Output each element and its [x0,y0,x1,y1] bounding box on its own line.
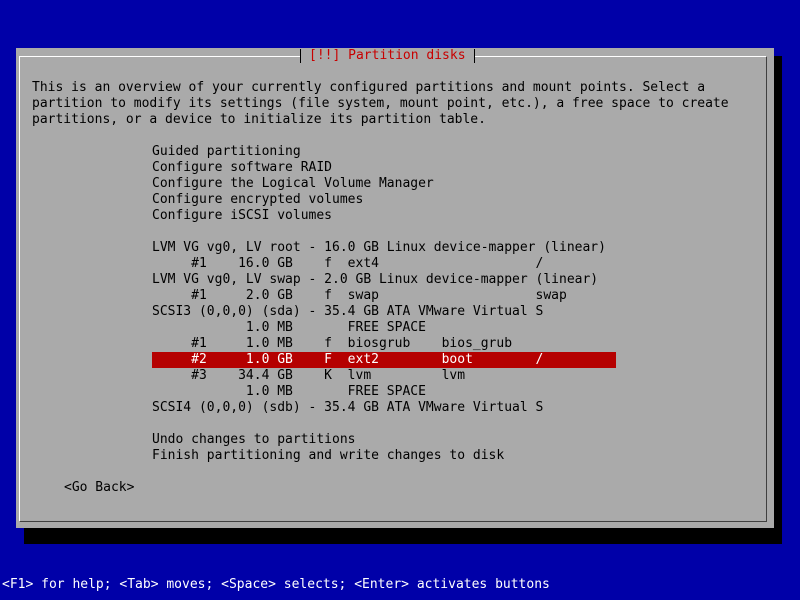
device-lvm-vg0-swap[interactable]: LVM VG vg0, LV swap - 2.0 GB Linux devic… [152,272,598,288]
menu-item-configure-software-raid[interactable]: Configure software RAID [152,160,332,176]
help-bar: <F1> for help; <Tab> moves; <Space> sele… [0,576,800,600]
dialog-title-bar: [!!] Partition disks [300,48,475,64]
partition-sda-3[interactable]: #3 34.4 GB K lvm lvm [152,368,465,384]
partition-sda-2-selected[interactable]: #2 1.0 GB F ext2 boot / [152,352,616,368]
menu-item-configure-iscsi-volumes[interactable]: Configure iSCSI volumes [152,208,332,224]
device-scsi3-sda[interactable]: SCSI3 (0,0,0) (sda) - 35.4 GB ATA VMware… [152,304,543,320]
partition-root-1[interactable]: #1 16.0 GB f ext4 / [152,256,543,272]
dialog-title: [!!] Partition disks [309,48,466,63]
menu-item-configure-encrypted-volumes[interactable]: Configure encrypted volumes [152,192,363,208]
go-back-button[interactable]: <Go Back> [64,480,134,496]
device-scsi4-sdb[interactable]: SCSI4 (0,0,0) (sdb) - 35.4 GB ATA VMware… [152,400,543,416]
menu-item-guided-partitioning[interactable]: Guided partitioning [152,144,301,160]
menu-item-finish-partitioning[interactable]: Finish partitioning and write changes to… [152,448,504,464]
menu-item-undo-changes[interactable]: Undo changes to partitions [152,432,356,448]
device-lvm-vg0-root[interactable]: LVM VG vg0, LV root - 16.0 GB Linux devi… [152,240,606,256]
sda-free-space-1[interactable]: 1.0 MB FREE SPACE [152,320,426,336]
partition-disks-dialog: [!!] Partition disks This is an overview… [16,48,774,528]
title-right-bar [473,49,475,63]
help-bar-text: <F1> for help; <Tab> moves; <Space> sele… [2,577,550,592]
partition-sda-1[interactable]: #1 1.0 MB f biosgrub bios_grub [152,336,512,352]
sda-free-space-2[interactable]: 1.0 MB FREE SPACE [152,384,426,400]
menu-item-configure-lvm[interactable]: Configure the Logical Volume Manager [152,176,434,192]
partition-swap-1[interactable]: #1 2.0 GB f swap swap [152,288,567,304]
dialog-intro-text: This is an overview of your currently co… [32,80,729,127]
